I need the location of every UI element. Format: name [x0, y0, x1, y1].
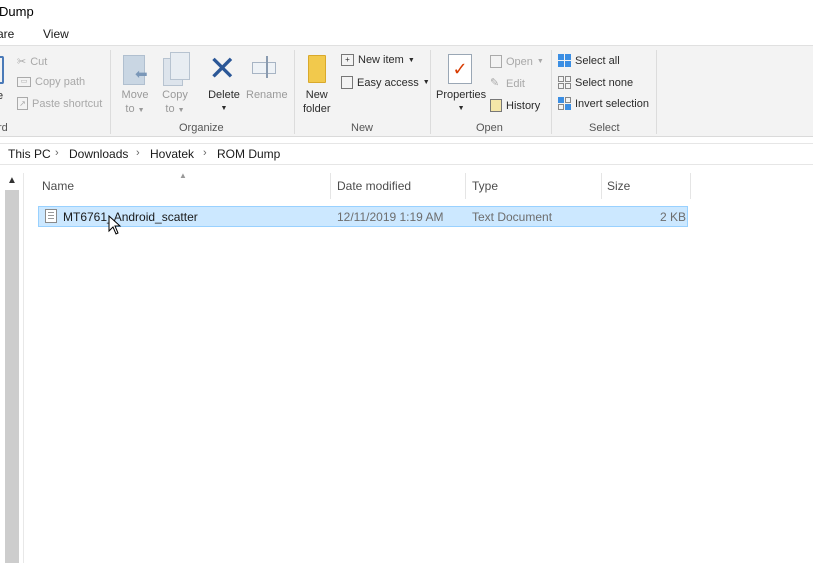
- rename-icon: [252, 56, 280, 78]
- rename-button[interactable]: Rename: [246, 88, 288, 102]
- delete-button[interactable]: Delete ▼: [205, 88, 243, 116]
- tab-share[interactable]: are: [0, 27, 14, 41]
- file-date-modified: 12/11/2019 1:19 AM: [337, 210, 444, 224]
- chevron-right-icon: ›: [55, 147, 59, 159]
- copy-path-button[interactable]: ▭ Copy path: [17, 76, 85, 88]
- copy-to-icon-back: [170, 52, 190, 80]
- copy-to-label[interactable]: Copy to ▼: [160, 88, 190, 118]
- group-divider: [430, 50, 431, 134]
- edit-button[interactable]: ✎ Edit: [490, 77, 525, 90]
- new-folder-button[interactable]: New folder: [303, 88, 331, 116]
- group-label-clipboard: rd: [0, 122, 8, 134]
- open-icon: [490, 55, 502, 68]
- select-none-icon: [558, 76, 571, 89]
- open-button[interactable]: Open ▼: [490, 55, 544, 68]
- properties-button[interactable]: Properties ▼: [436, 88, 486, 116]
- breadcrumb-hovatek[interactable]: Hovatek: [150, 147, 194, 161]
- column-divider[interactable]: [465, 173, 466, 199]
- file-type: Text Document: [472, 210, 553, 224]
- chevron-down-icon: ▼: [407, 56, 415, 64]
- group-label-organize: Organize: [179, 122, 224, 134]
- chevron-right-icon: ›: [203, 147, 207, 159]
- breadcrumb-downloads[interactable]: Downloads: [69, 147, 128, 161]
- group-label-new: New: [351, 122, 374, 134]
- new-item-icon: +: [341, 54, 354, 66]
- paste-icon: [0, 56, 4, 84]
- column-header-date-modified[interactable]: Date modified: [337, 179, 411, 193]
- chevron-down-icon: ▼: [457, 105, 465, 112]
- breadcrumb-rom-dump[interactable]: ROM Dump: [217, 147, 280, 161]
- copy-path-icon: ▭: [17, 77, 31, 87]
- new-folder-icon: [308, 55, 326, 83]
- chevron-right-icon: ›: [136, 147, 140, 159]
- column-divider[interactable]: [330, 173, 331, 199]
- group-divider: [656, 50, 657, 134]
- easy-access-button[interactable]: Easy access ▼: [341, 76, 430, 89]
- paste-shortcut-icon: ↗: [17, 97, 28, 110]
- scissors-icon: ✂: [17, 56, 27, 68]
- invert-selection-button[interactable]: Invert selection: [558, 97, 649, 110]
- sort-ascending-icon: ▲: [179, 171, 187, 180]
- move-to-button[interactable]: ⬅: [121, 53, 151, 87]
- select-none-button[interactable]: Select none: [558, 76, 633, 89]
- select-all-button[interactable]: Select all: [558, 54, 620, 67]
- history-button[interactable]: History: [490, 99, 540, 112]
- mouse-cursor-icon: [108, 215, 122, 235]
- group-label-select: Select: [589, 122, 620, 134]
- tab-view[interactable]: View: [43, 27, 69, 41]
- cut-button[interactable]: ✂ Cut: [17, 55, 47, 69]
- chevron-down-icon: ▼: [536, 58, 544, 65]
- copy-to-button[interactable]: [163, 52, 193, 88]
- group-divider: [551, 50, 552, 134]
- paste-label-fragment[interactable]: e: [0, 89, 3, 103]
- new-item-button[interactable]: + New item ▼: [341, 54, 415, 66]
- delete-x-icon[interactable]: ✕: [208, 50, 237, 88]
- breadcrumb-this-pc[interactable]: This PC: [8, 147, 51, 161]
- chevron-down-icon: ▼: [177, 107, 185, 114]
- group-divider: [294, 50, 295, 134]
- invert-selection-icon: [558, 97, 571, 110]
- scroll-up-arrow-icon[interactable]: ▲: [5, 174, 19, 188]
- group-label-open: Open: [476, 122, 503, 134]
- checkmark-icon: ✓: [452, 59, 468, 79]
- chevron-down-icon: ▼: [422, 79, 430, 86]
- column-divider[interactable]: [690, 173, 691, 199]
- properties-icon: ✓: [448, 54, 472, 84]
- text-file-icon: [45, 209, 57, 223]
- chevron-down-icon: ▼: [220, 105, 228, 112]
- file-size: 2 KB: [660, 210, 687, 224]
- easy-access-icon: [341, 76, 353, 89]
- select-all-icon: [558, 54, 571, 67]
- paste-shortcut-button[interactable]: ↗ Paste shortcut: [17, 97, 102, 110]
- navigation-pane-scrollbar[interactable]: [5, 190, 19, 563]
- move-to-label[interactable]: Move to ▼: [120, 88, 150, 118]
- arrow-left-icon: ⬅: [135, 66, 148, 83]
- chevron-down-icon: ▼: [137, 107, 145, 114]
- group-divider: [110, 50, 111, 134]
- column-header-size[interactable]: Size: [607, 179, 630, 193]
- file-name[interactable]: MT6761_Android_scatter: [63, 210, 198, 224]
- column-header-name[interactable]: Name: [42, 179, 74, 193]
- window-title: Dump: [0, 4, 34, 19]
- history-icon: [490, 99, 502, 112]
- edit-icon: ✎: [490, 77, 500, 89]
- column-divider[interactable]: [601, 173, 602, 199]
- column-header-type[interactable]: Type: [472, 179, 498, 193]
